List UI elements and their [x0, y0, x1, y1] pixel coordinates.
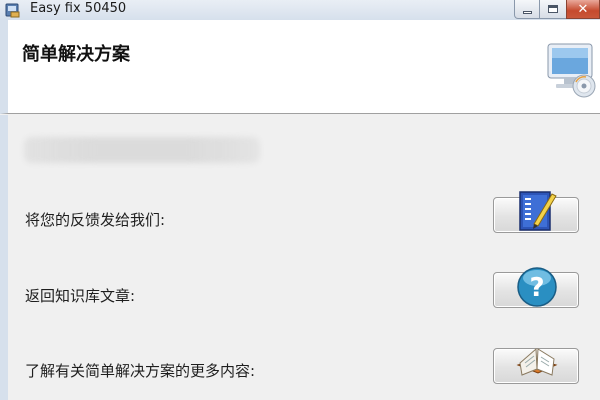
- maximize-icon: [548, 5, 558, 13]
- computer-cd-icon: [547, 43, 596, 98]
- knowledge-base-button[interactable]: ?: [493, 267, 579, 308]
- learn-more-button[interactable]: [493, 347, 579, 384]
- help-question-icon: ?: [517, 267, 557, 307]
- svg-text:?: ?: [529, 273, 544, 303]
- feedback-form-icon: [519, 191, 557, 231]
- open-book-icon: [516, 347, 558, 376]
- knowledge-base-label: 返回知识库文章:: [25, 287, 136, 305]
- feedback-button[interactable]: [493, 191, 579, 233]
- maximize-button[interactable]: [539, 0, 567, 19]
- content-area: 将您的反馈发给我们: 返回知识库文章: ? 了解有关简单解决方案的更多内容:: [0, 115, 600, 400]
- window-title: Easy fix 50450: [30, 1, 127, 16]
- feedback-label: 将您的反馈发给我们:: [25, 211, 166, 229]
- window-controls: ✕: [514, 0, 600, 20]
- redacted-text: [24, 137, 260, 163]
- wizard-header: 简单解决方案: [0, 20, 600, 114]
- minimize-button[interactable]: [514, 0, 540, 19]
- program-icon: [5, 3, 20, 18]
- minimize-icon: [522, 10, 532, 14]
- title-bar[interactable]: Easy fix 50450 ✕: [0, 0, 600, 20]
- page-title: 简单解决方案: [22, 44, 130, 65]
- close-icon: ✕: [577, 1, 589, 17]
- close-button[interactable]: ✕: [566, 0, 600, 19]
- learn-more-label: 了解有关简单解决方案的更多内容:: [25, 362, 256, 380]
